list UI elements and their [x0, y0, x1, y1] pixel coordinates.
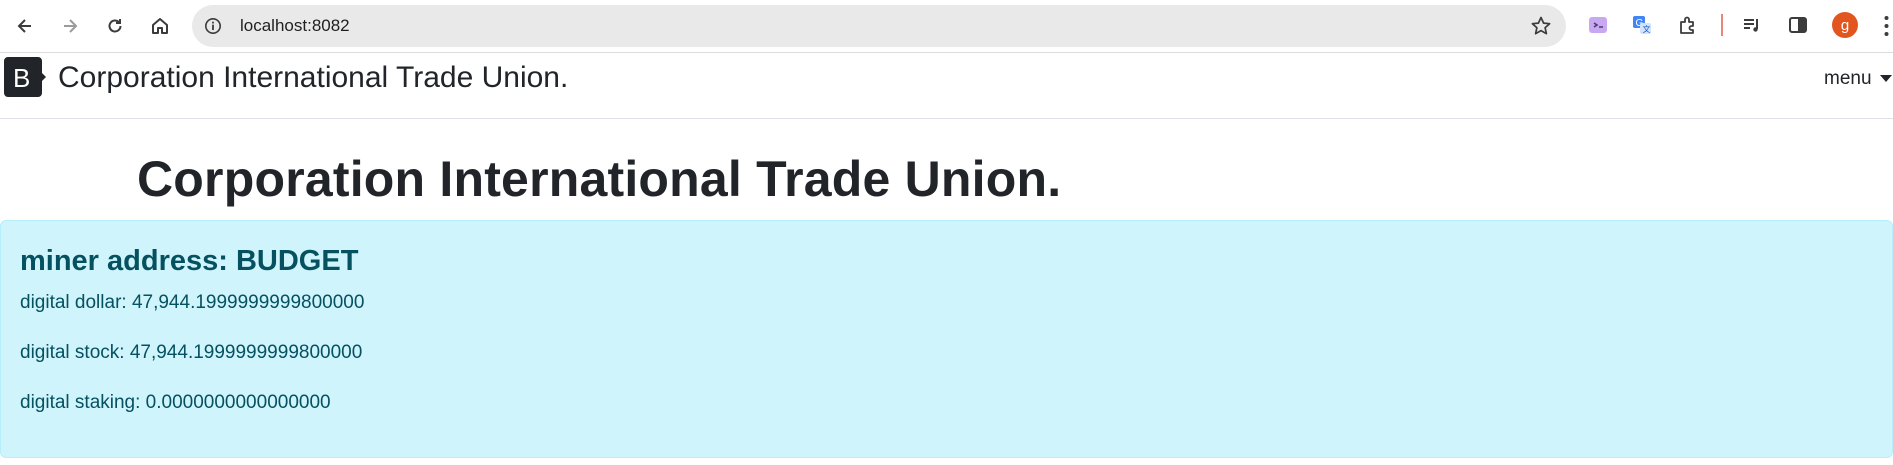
reload-button[interactable] [99, 10, 131, 42]
more-icon[interactable] [1880, 14, 1893, 38]
brand-title[interactable]: Corporation International Trade Union. [58, 61, 568, 95]
toolbar-divider [1721, 14, 1723, 36]
home-button[interactable] [144, 10, 176, 42]
browser-toolbar: localhost:8082 G文 g [0, 0, 1893, 53]
profile-avatar[interactable]: g [1832, 12, 1858, 38]
digital-dollar-line: digital dollar: 47,944.1999999999800000 [20, 292, 365, 313]
forward-button[interactable] [54, 10, 86, 42]
chevron-down-icon [1879, 75, 1892, 83]
miner-address-heading: miner address: BUDGET [20, 245, 359, 277]
address-bar[interactable]: localhost:8082 [192, 5, 1566, 47]
miner-info-alert: miner address: BUDGET digital dollar: 47… [0, 220, 1893, 458]
digital-stock-line: digital stock: 47,944.1999999999800000 [20, 342, 363, 363]
page-title: Corporation International Trade Union. [137, 151, 1062, 207]
back-button[interactable] [9, 10, 41, 42]
star-icon[interactable] [1530, 15, 1552, 37]
menu-dropdown[interactable]: menu [1824, 68, 1892, 90]
side-panel-icon[interactable] [1785, 12, 1811, 38]
svg-text:B: B [13, 63, 30, 93]
brand-logo-icon[interactable]: B [2, 57, 46, 97]
svg-text:文: 文 [1643, 24, 1651, 34]
reload-icon [108, 19, 122, 33]
media-icon[interactable] [1739, 12, 1765, 38]
menu-label: menu [1824, 68, 1872, 89]
translate-icon[interactable]: G文 [1629, 12, 1655, 38]
forward-icon [64, 19, 78, 33]
site-navbar: B Corporation International Trade Union.… [0, 53, 1893, 119]
back-icon [17, 19, 31, 33]
home-icon [152, 18, 168, 34]
puzzle-icon[interactable] [1675, 12, 1701, 38]
info-icon[interactable] [202, 15, 224, 37]
extension-icon[interactable] [1585, 12, 1611, 38]
url-text[interactable]: localhost:8082 [240, 16, 350, 36]
digital-staking-line: digital staking: 0.0000000000000000 [20, 392, 331, 413]
